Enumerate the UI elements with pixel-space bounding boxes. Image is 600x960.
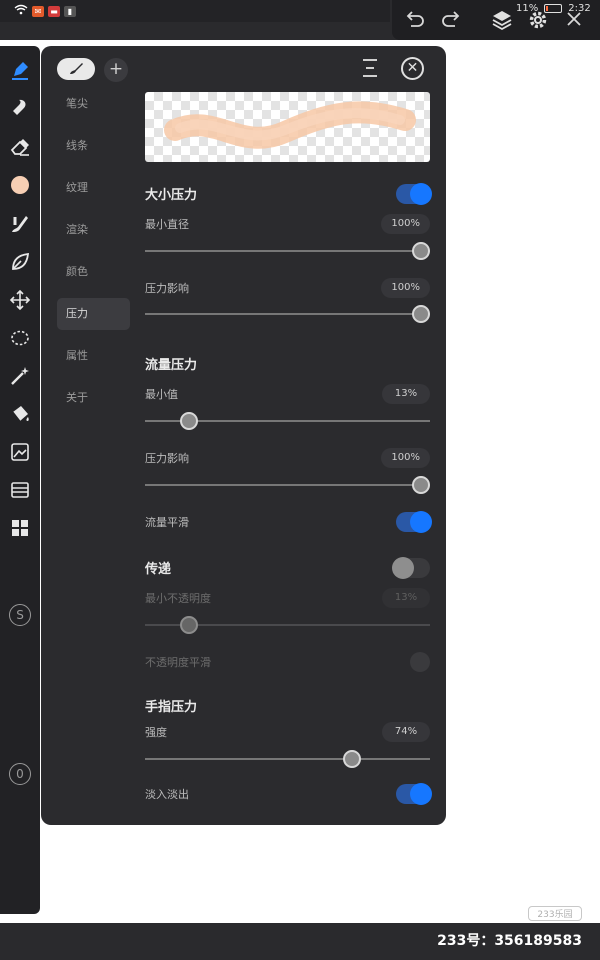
flow-pressure-effect-value[interactable]: 100% <box>381 448 430 468</box>
current-color-dot <box>11 176 29 194</box>
watermark: 233乐园 <box>528 906 582 921</box>
menu-icon[interactable] <box>363 59 377 77</box>
magic-wand-icon[interactable] <box>6 362 34 390</box>
transfer-title: 传递 <box>145 562 172 577</box>
size-pressure-effect-label: 压力影响 <box>145 282 189 295</box>
brush-stroke-preview <box>145 92 430 162</box>
panel-header: + ✕ <box>41 46 446 92</box>
finger-pressure-title: 手指压力 <box>145 700 198 715</box>
tool-sidebar: S 0 <box>0 46 40 914</box>
transform-move-icon[interactable] <box>6 286 34 314</box>
flow-pressure-title: 流量压力 <box>145 358 198 373</box>
undo-icon[interactable] <box>402 9 426 31</box>
opacity-smoothing-toggle <box>410 652 430 672</box>
flow-smoothing-label: 流量平滑 <box>145 516 189 529</box>
brush-icon <box>70 63 83 74</box>
layers-icon[interactable] <box>490 9 514 31</box>
leaf-shape-icon[interactable] <box>6 248 34 276</box>
flow-pressure-effect-slider[interactable] <box>145 476 430 494</box>
slider-knob[interactable] <box>412 305 430 323</box>
flow-min-label: 最小值 <box>145 388 178 401</box>
min-opacity-label: 最小不透明度 <box>145 592 211 605</box>
zero-badge: 0 <box>9 763 31 785</box>
card-notification-icon: ▮ <box>64 5 76 17</box>
min-opacity-slider <box>145 616 430 634</box>
nav-item-pressure[interactable]: 压力 <box>57 298 130 330</box>
pen-tool-icon[interactable] <box>6 56 34 84</box>
red-notification-icon: ▬ <box>48 5 60 17</box>
eraser-icon[interactable] <box>6 133 34 161</box>
brush-settings-panel: + ✕ 笔尖 线条 纹理 渲染 颜色 压力 属性 关于 大小压力 最小直径 10… <box>41 46 446 825</box>
redo-icon[interactable] <box>440 9 464 31</box>
strength-label: 强度 <box>145 726 167 739</box>
nav-item-color[interactable]: 颜色 <box>57 256 130 288</box>
smudge-icon[interactable] <box>6 94 34 122</box>
brush-tab[interactable] <box>57 58 95 80</box>
min-diameter-value[interactable]: 100% <box>381 214 430 234</box>
fade-toggle[interactable] <box>396 783 432 805</box>
clock: 2:32 <box>568 3 591 14</box>
nav-item-line[interactable]: 线条 <box>57 130 130 162</box>
flow-min-slider[interactable] <box>145 412 430 430</box>
slider-knob[interactable] <box>412 242 430 260</box>
brush-library-icon[interactable] <box>6 210 34 238</box>
image-adjust-icon[interactable] <box>6 438 34 466</box>
size-pressure-effect-value[interactable]: 100% <box>381 278 430 298</box>
top-bar: ✉ ▬ ▮ 11% 2:32 <box>0 0 600 40</box>
slider-knob[interactable] <box>342 750 361 768</box>
flow-pressure-effect-label: 压力影响 <box>145 452 189 465</box>
opacity-smoothing-label: 不透明度平滑 <box>145 656 211 669</box>
transfer-toggle[interactable] <box>392 557 430 579</box>
nav-item-texture[interactable]: 纹理 <box>57 172 130 204</box>
flow-min-value[interactable]: 13% <box>382 384 430 404</box>
footer-id: 233号：356189583 <box>437 933 582 949</box>
settings-nav: 笔尖 线条 纹理 渲染 颜色 压力 属性 关于 <box>57 88 130 424</box>
fade-label: 淡入淡出 <box>145 788 189 801</box>
s-badge: S <box>9 604 31 626</box>
add-brush-tab-button[interactable]: + <box>104 58 128 82</box>
reference-image-icon[interactable] <box>6 476 34 504</box>
nav-item-render[interactable]: 渲染 <box>57 214 130 246</box>
battery-icon <box>544 4 563 13</box>
app-notification-icon: ✉ <box>32 5 44 17</box>
s-badge-button[interactable]: S <box>6 601 34 629</box>
min-diameter-label: 最小直径 <box>145 218 189 231</box>
strength-value[interactable]: 74% <box>382 722 430 742</box>
battery-percent: 11% <box>516 3 539 14</box>
zero-badge-button[interactable]: 0 <box>6 760 34 788</box>
stroke-preview-graphic <box>164 101 416 149</box>
status-bar-left: ✉ ▬ ▮ <box>0 0 390 22</box>
nav-item-about[interactable]: 关于 <box>57 382 130 414</box>
nav-item-properties[interactable]: 属性 <box>57 340 130 372</box>
nav-item-tip[interactable]: 笔尖 <box>57 88 130 120</box>
min-diameter-slider[interactable] <box>145 242 430 260</box>
paint-bucket-icon[interactable] <box>6 400 34 428</box>
close-panel-button[interactable]: ✕ <box>401 57 424 80</box>
lasso-select-icon[interactable] <box>6 324 34 352</box>
slider-knob <box>179 616 198 634</box>
grid-layout-icon[interactable] <box>6 514 34 542</box>
slider-knob[interactable] <box>179 412 198 430</box>
size-pressure-toggle[interactable] <box>396 183 432 205</box>
strength-slider[interactable] <box>145 750 430 768</box>
size-pressure-effect-slider[interactable] <box>145 305 430 323</box>
size-pressure-title: 大小压力 <box>145 188 198 203</box>
min-opacity-value: 13% <box>382 588 430 608</box>
status-bar-right: 11% 2:32 <box>516 3 591 14</box>
slider-knob[interactable] <box>412 476 430 494</box>
flow-smoothing-toggle[interactable] <box>396 511 432 533</box>
status-indicators: ✉ ▬ ▮ <box>14 4 76 18</box>
color-swatch-icon[interactable] <box>6 171 34 199</box>
wifi-icon <box>14 4 28 18</box>
